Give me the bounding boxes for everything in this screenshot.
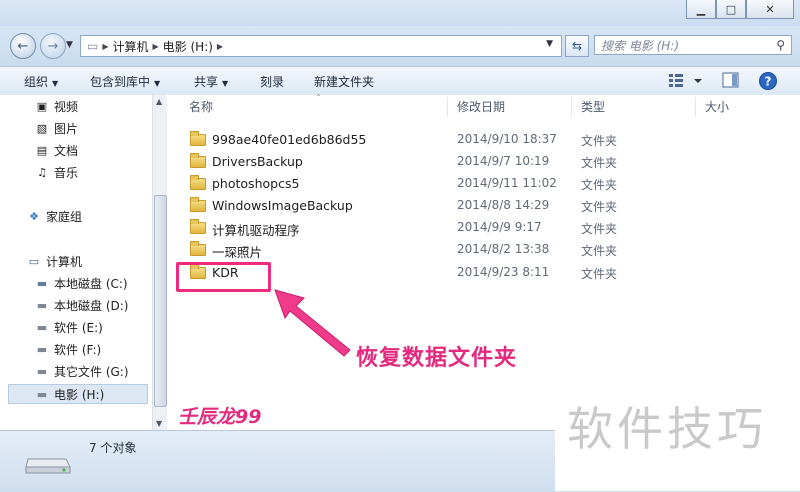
watermark-text: 软件技巧 xyxy=(567,402,767,456)
watermark: 软件技巧 xyxy=(555,368,800,491)
item-count: 7 个对象 xyxy=(89,441,137,455)
signature-text: 壬辰龙99 xyxy=(178,406,262,428)
annotation-label: 恢复数据文件夹 xyxy=(356,346,518,371)
drive-large-icon xyxy=(25,458,71,474)
